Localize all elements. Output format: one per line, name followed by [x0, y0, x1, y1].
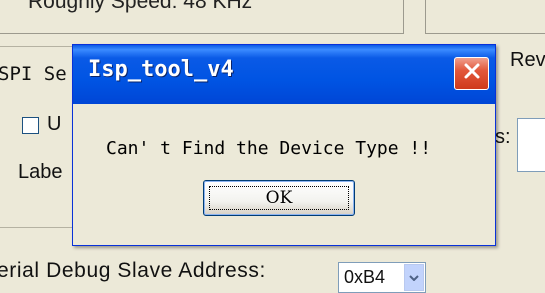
error-message: Can' t Find the Device Type !!	[106, 138, 432, 159]
slave-address-value: 0xB4	[344, 267, 386, 287]
error-dialog: Isp_tool_v4 Can' t Find the Device Type …	[72, 44, 496, 246]
right-panel	[425, 0, 545, 34]
dialog-title: Isp_tool_v4	[88, 57, 234, 82]
option-checkbox-label: U	[47, 113, 62, 135]
ok-button-label: OK	[265, 188, 293, 208]
reverse-label: Reve	[510, 49, 545, 71]
dialog-titlebar[interactable]: Isp_tool_v4	[73, 45, 495, 104]
field-label: s:	[495, 126, 511, 148]
dialog-body: Can' t Find the Device Type !! OK	[76, 104, 492, 242]
spi-settings-label: SPI Se	[0, 63, 67, 85]
right-input-field[interactable]	[517, 118, 545, 172]
serial-debug-slave-address-label: erial Debug Slave Address:	[0, 259, 266, 282]
ok-button[interactable]: OK	[203, 180, 355, 216]
speed-panel: Roughly Speed: 48 KHz	[0, 0, 404, 34]
slave-address-select[interactable]: 0xB4	[338, 262, 426, 293]
speed-text: Roughly Speed: 48 KHz	[28, 0, 253, 13]
option-checkbox[interactable]	[22, 117, 39, 134]
chevron-down-icon[interactable]	[404, 264, 424, 291]
label-text: Labe	[18, 161, 63, 183]
close-button[interactable]	[454, 57, 489, 90]
close-icon	[463, 62, 481, 85]
